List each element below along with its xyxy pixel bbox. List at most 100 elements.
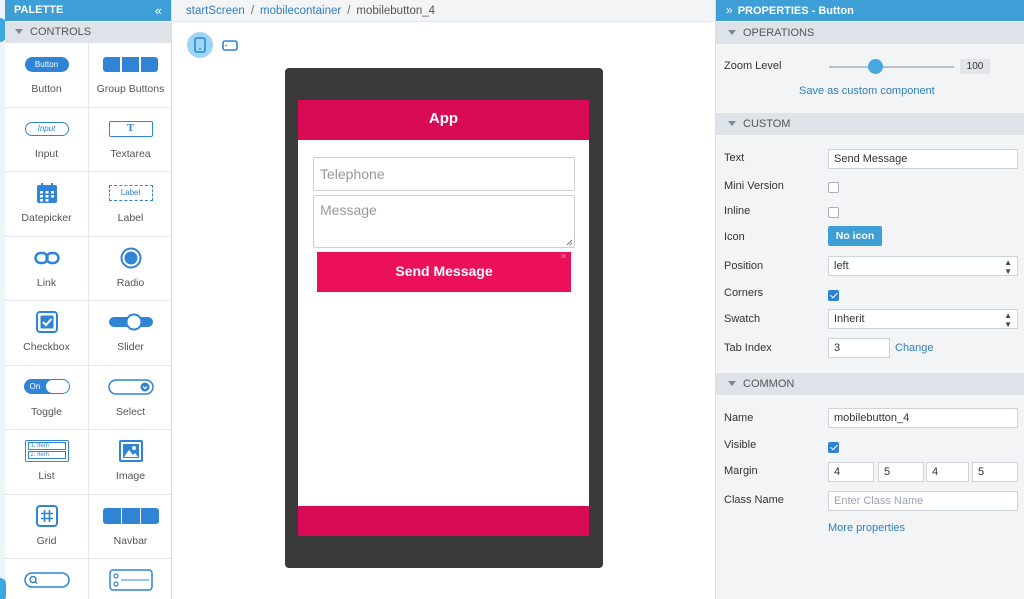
phone-landscape-button[interactable] xyxy=(222,37,238,53)
double-chevron-left-icon[interactable]: « xyxy=(155,0,162,21)
mini-version-label: Mini Version xyxy=(724,180,784,192)
no-icon-button[interactable]: No icon xyxy=(828,226,882,246)
margin-top-field[interactable] xyxy=(828,462,874,482)
control-toggle[interactable]: On Toggle xyxy=(5,365,89,430)
visible-label: Visible xyxy=(724,439,757,451)
custom-section-header[interactable]: CUSTOM xyxy=(716,113,1024,135)
control-radio[interactable]: Radio xyxy=(89,237,171,301)
class-name-field[interactable] xyxy=(828,491,1018,511)
position-select-value: left xyxy=(834,260,849,272)
control-search-field[interactable] xyxy=(5,559,89,599)
properties-header: » PROPERTIES - Button xyxy=(716,0,1024,21)
inline-label: Inline xyxy=(724,205,751,217)
control-image[interactable]: Image xyxy=(89,430,171,495)
control-label: Select xyxy=(115,405,146,418)
control-link[interactable]: Link xyxy=(5,236,89,301)
double-chevron-right-icon[interactable]: » xyxy=(726,3,733,17)
control-group-buttons[interactable]: Group Buttons xyxy=(89,43,171,108)
triangle-down-icon xyxy=(15,29,23,34)
change-link[interactable]: Change xyxy=(895,342,934,354)
mini-version-checkbox[interactable] xyxy=(828,182,839,193)
control-label: Label xyxy=(117,212,144,224)
inline-checkbox[interactable] xyxy=(828,207,839,218)
controls-section-header[interactable]: CONTROLS xyxy=(5,22,171,43)
control-datepicker[interactable]: Datepicker xyxy=(5,172,89,237)
control-textarea[interactable]: T Textarea xyxy=(89,108,171,172)
toggle-icon: On xyxy=(5,376,88,398)
more-properties-link[interactable]: More properties xyxy=(828,522,905,534)
control-slider[interactable]: Slider xyxy=(89,301,171,366)
checkbox-icon xyxy=(5,311,88,333)
control-button[interactable]: Button Button xyxy=(5,43,89,108)
margin-bottom-field[interactable] xyxy=(926,462,969,482)
control-label: List xyxy=(38,470,55,482)
swatch-select-value: Inherit xyxy=(834,313,865,325)
custom-section-title: CUSTOM xyxy=(743,118,791,130)
controls-grid: Button Button Group Buttons Input Input xyxy=(5,43,171,599)
margin-left-field[interactable] xyxy=(972,462,1018,482)
position-select[interactable]: left ▲ ▼ xyxy=(828,256,1018,276)
text-field[interactable] xyxy=(828,149,1018,169)
phone-portrait-icon xyxy=(194,37,206,53)
control-label: Toggle xyxy=(31,405,62,418)
link-icon xyxy=(5,247,88,269)
control-input[interactable]: Input Input xyxy=(5,107,89,172)
control-label: Slider xyxy=(117,341,144,353)
margin-right-field[interactable] xyxy=(878,462,924,482)
select-arrows-icon: ▲ ▼ xyxy=(1004,258,1012,276)
name-field[interactable] xyxy=(828,408,1018,428)
button-icon-text: Button xyxy=(24,56,69,72)
resize-grip-icon[interactable] xyxy=(566,239,573,246)
control-navbar[interactable]: Navbar xyxy=(89,495,171,559)
phone-landscape-icon xyxy=(222,40,238,51)
control-grid[interactable]: Grid xyxy=(5,494,89,559)
operations-section-header[interactable]: OPERATIONS xyxy=(716,22,1024,44)
control-select[interactable]: Select xyxy=(89,366,171,430)
calendar-icon xyxy=(5,182,88,204)
phone-portrait-button[interactable] xyxy=(187,32,213,58)
triangle-down-icon xyxy=(728,121,736,126)
send-message-button[interactable]: Send Message ✕ xyxy=(317,252,571,292)
phone-frame: App Send Message ✕ xyxy=(285,68,603,568)
radio-icon xyxy=(89,247,171,269)
breadcrumb: startScreen / mobilecontainer / mobilebutton… xyxy=(172,0,715,22)
corners-checkbox[interactable] xyxy=(828,290,839,301)
message-textarea[interactable] xyxy=(313,195,575,248)
triangle-down-icon xyxy=(728,30,736,35)
properties-title: PROPERTIES - Button xyxy=(737,5,854,17)
breadcrumb-item-start-screen[interactable]: startScreen xyxy=(186,5,245,17)
palette-panel: PALETTE « CONTROLS Button Button Group B… xyxy=(0,0,172,599)
send-message-button-label: Send Message xyxy=(395,263,493,279)
collapsible-list-icon xyxy=(89,569,171,591)
breadcrumb-separator: / xyxy=(250,5,255,17)
visible-checkbox[interactable] xyxy=(828,442,839,453)
select-icon xyxy=(89,376,171,398)
app-header-title: App xyxy=(428,110,459,127)
input-icon: Input xyxy=(5,118,88,140)
margin-label: Margin xyxy=(724,465,758,477)
breadcrumb-item-mobile-container[interactable]: mobilecontainer xyxy=(260,5,341,17)
control-label-widget[interactable]: Label Label xyxy=(89,172,171,237)
textarea-icon: T xyxy=(89,118,171,140)
group-buttons-icon xyxy=(89,53,171,75)
save-custom-component-link[interactable]: Save as custom component xyxy=(799,85,935,97)
zoom-slider-track[interactable] xyxy=(829,66,954,68)
control-collapsible-list[interactable] xyxy=(89,559,171,599)
swatch-label: Swatch xyxy=(724,313,761,325)
control-label: Textarea xyxy=(110,147,151,160)
app-footer[interactable] xyxy=(298,506,589,536)
swatch-select[interactable]: Inherit ▲ ▼ xyxy=(828,309,1018,329)
zoom-level-label: Zoom Level xyxy=(724,60,782,72)
close-icon[interactable]: ✕ xyxy=(560,253,567,261)
control-checkbox[interactable]: Checkbox xyxy=(5,301,89,366)
navbar-icon xyxy=(89,505,171,527)
breadcrumb-separator: / xyxy=(347,5,351,17)
app-header[interactable]: App xyxy=(298,100,589,140)
position-label: Position xyxy=(724,260,764,272)
common-section-header[interactable]: COMMON xyxy=(716,373,1024,395)
control-list[interactable]: 1. Item 2. Item List xyxy=(5,430,89,495)
tab-index-field[interactable] xyxy=(828,338,890,358)
corners-label: Corners xyxy=(724,287,764,299)
control-label: Checkbox xyxy=(23,341,70,353)
telephone-input[interactable] xyxy=(313,157,575,191)
